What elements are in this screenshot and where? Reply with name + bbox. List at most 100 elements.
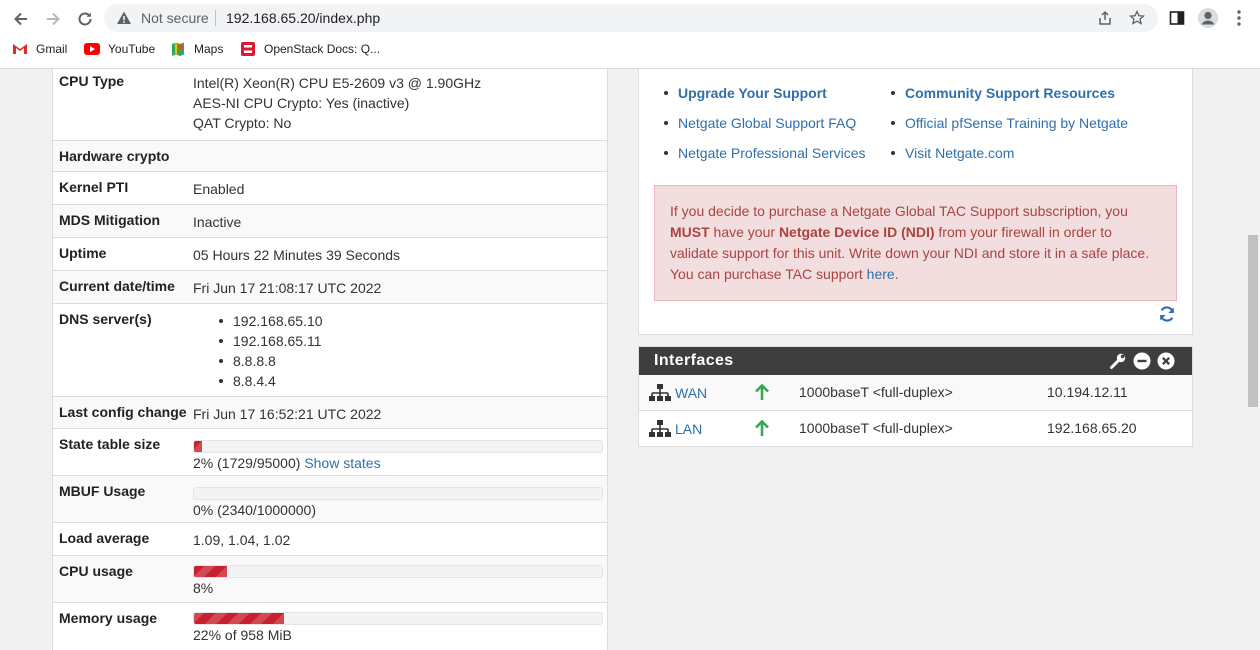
arrow-up-icon xyxy=(754,419,770,440)
support-links-col2: Community Support Resources Official pfS… xyxy=(891,84,1128,174)
browser-chrome: Not secure 192.168.65.20/index.php Gmail xyxy=(0,0,1260,69)
alert-text: . xyxy=(894,266,899,282)
progress-fill xyxy=(194,566,227,577)
row-label: Uptime xyxy=(59,245,107,261)
memory-usage-progress xyxy=(193,612,603,625)
row-uptime: Uptime 05 Hours 22 Minutes 39 Seconds xyxy=(53,238,607,271)
refresh-icon[interactable] xyxy=(1157,304,1179,326)
interface-ip: 10.194.12.11 xyxy=(1047,384,1128,400)
minimize-icon[interactable] xyxy=(1133,352,1151,370)
row-label: CPU Type xyxy=(59,73,125,89)
row-label: MDS Mitigation xyxy=(59,212,161,228)
side-panel-icon[interactable] xyxy=(1166,7,1188,29)
row-current-datetime: Current date/time Fri Jun 17 21:08:17 UT… xyxy=(53,271,607,304)
bookmark-openstack[interactable]: OpenStack Docs: Q... xyxy=(240,41,380,57)
widget-title: Interfaces xyxy=(654,352,734,369)
arrow-right-icon xyxy=(47,12,60,26)
interface-link-lan[interactable]: LAN xyxy=(675,421,702,437)
mbuf-text: 0% (2340/1000000) xyxy=(193,502,316,518)
alert-ndi: Netgate Device ID (NDI) xyxy=(778,224,935,240)
warning-icon[interactable] xyxy=(116,10,132,31)
row-hardware-crypto: Hardware crypto xyxy=(53,141,607,172)
interface-row-wan: WAN 1000baseT <full-duplex> 10.194.12.11 xyxy=(639,375,1192,410)
row-label: Load average xyxy=(59,530,150,546)
row-label: Current date/time xyxy=(59,278,175,294)
state-table-usage: 2% (1729/95000) xyxy=(193,455,301,471)
support-faq-link[interactable]: Netgate Global Support FAQ xyxy=(664,114,866,144)
url-text[interactable]: 192.168.65.20/index.php xyxy=(226,10,380,26)
row-label: MBUF Usage xyxy=(59,483,146,499)
visit-netgate-link[interactable]: Visit Netgate.com xyxy=(891,144,1128,174)
share-icon[interactable] xyxy=(1096,9,1114,27)
maps-icon xyxy=(170,41,186,57)
alert-must: MUST xyxy=(670,224,710,240)
progress-fill xyxy=(194,613,284,624)
tac-support-alert: If you decide to purchase a Netgate Glob… xyxy=(654,185,1177,301)
arrow-left-icon xyxy=(14,12,27,26)
support-links-col1: Upgrade Your Support Netgate Global Supp… xyxy=(664,84,866,174)
row-value: Enabled xyxy=(193,181,245,197)
system-info-panel: CPU Type Intel(R) Xeon(R) CPU E5-2609 v3… xyxy=(52,69,608,650)
mbuf-progress xyxy=(193,487,603,500)
gmail-icon xyxy=(12,41,28,57)
dns-server-item: 192.168.65.10 xyxy=(193,311,323,331)
wrench-icon[interactable] xyxy=(1109,352,1127,370)
reload-button[interactable] xyxy=(72,6,98,32)
row-label: DNS server(s) xyxy=(59,311,152,327)
professional-services-link[interactable]: Netgate Professional Services xyxy=(664,144,866,174)
kebab-menu-icon[interactable] xyxy=(1228,7,1250,29)
tac-here-link[interactable]: here xyxy=(867,266,895,282)
address-bar[interactable]: Not secure 192.168.65.20/index.php xyxy=(104,4,1158,32)
star-icon[interactable] xyxy=(1128,9,1146,27)
bookmark-gmail[interactable]: Gmail xyxy=(12,41,67,57)
row-value: Inactive xyxy=(193,214,242,230)
row-mbuf-usage: MBUF Usage 0% (2340/1000000) xyxy=(53,476,607,523)
reload-icon xyxy=(78,12,92,26)
cpu-usage-text: 8% xyxy=(193,580,214,596)
bookmark-youtube[interactable]: YouTube xyxy=(84,41,155,57)
memory-usage-text: 22% of 958 MiB xyxy=(193,627,292,643)
community-resources-link[interactable]: Community Support Resources xyxy=(891,84,1128,114)
row-value: 1.09, 1.04, 1.02 xyxy=(193,532,291,548)
interface-media: 1000baseT <full-duplex> xyxy=(799,384,953,400)
bookmark-label: Gmail xyxy=(36,42,68,56)
youtube-icon xyxy=(84,41,100,57)
page-scrollbar[interactable] xyxy=(1246,69,1260,650)
row-memory-usage: Memory usage 22% of 958 MiB xyxy=(53,603,607,650)
cpu-model: Intel(R) Xeon(R) CPU E5-2609 v3 @ 1.90GH… xyxy=(193,75,482,91)
bookmark-label: YouTube xyxy=(108,42,156,56)
forward-button[interactable] xyxy=(40,6,66,32)
dns-server-list: 192.168.65.10 192.168.65.11 8.8.8.8 8.8.… xyxy=(193,311,323,391)
cpu-type-value: Intel(R) Xeon(R) CPU E5-2609 v3 @ 1.90GH… xyxy=(193,73,481,133)
progress-fill xyxy=(194,441,203,452)
cpu-qat: QAT Crypto: No xyxy=(193,115,292,131)
row-mds-mitigation: MDS Mitigation Inactive xyxy=(53,205,607,238)
close-icon[interactable] xyxy=(1157,352,1175,370)
openstack-icon xyxy=(240,41,256,57)
interface-ip: 192.168.65.20 xyxy=(1047,420,1137,436)
row-dns-servers: DNS server(s) 192.168.65.10 192.168.65.1… xyxy=(53,304,607,397)
pfsense-training-link[interactable]: Official pfSense Training by Netgate xyxy=(891,114,1128,144)
cpu-aesni: AES-NI CPU Crypto: Yes (inactive) xyxy=(193,95,410,111)
alert-text: have your xyxy=(709,224,779,240)
interface-media: 1000baseT <full-duplex> xyxy=(799,420,953,436)
security-status[interactable]: Not secure xyxy=(141,10,209,26)
omnibox-divider xyxy=(215,10,216,26)
upgrade-support-link[interactable]: Upgrade Your Support xyxy=(664,84,866,114)
network-icon xyxy=(649,420,671,441)
interface-link-wan[interactable]: WAN xyxy=(675,385,707,401)
row-cpu-usage: CPU usage 8% xyxy=(53,556,607,603)
interfaces-widget: Interfaces WAN 1000baseT <full-duplex> 1… xyxy=(638,346,1193,447)
back-button[interactable] xyxy=(8,6,34,32)
show-states-link[interactable]: Show states xyxy=(304,455,380,471)
row-label: Kernel PTI xyxy=(59,179,129,195)
bookmark-maps[interactable]: Maps xyxy=(170,41,223,57)
row-kernel-pti: Kernel PTI Enabled xyxy=(53,172,607,205)
page-viewport: CPU Type Intel(R) Xeon(R) CPU E5-2609 v3… xyxy=(0,69,1246,650)
row-last-config-change: Last config change Fri Jun 17 16:52:21 U… xyxy=(53,397,607,429)
bookmarks-bar: Gmail YouTube Maps OpenStack Docs: Q... xyxy=(0,38,1260,62)
arrow-up-icon xyxy=(754,383,770,404)
profile-avatar-icon[interactable] xyxy=(1197,7,1219,29)
dns-server-item: 8.8.8.8 xyxy=(193,351,323,371)
scrollbar-thumb[interactable] xyxy=(1248,235,1258,407)
